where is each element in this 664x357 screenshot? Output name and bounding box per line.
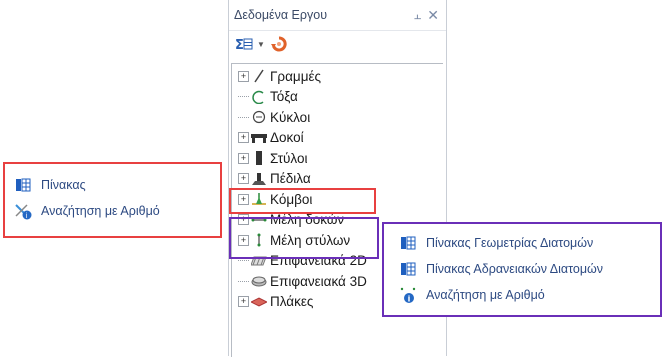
svg-text:Σ: Σ bbox=[235, 38, 244, 52]
tree-item-label: Δοκοί bbox=[270, 130, 304, 146]
tree-connector bbox=[238, 96, 249, 98]
dropdown-arrow-icon[interactable]: ▼ bbox=[257, 40, 265, 49]
menu-item-section-geometry-table[interactable]: Πίνακας Γεωμετρίας Διατομών bbox=[398, 230, 660, 256]
search-by-number-icon: i bbox=[13, 201, 33, 221]
panel-toolbar: Σ ▼ bbox=[229, 31, 446, 57]
svg-text:i: i bbox=[408, 295, 411, 304]
panel-header: Δεδομένα Εργου ⫠ ✕ bbox=[229, 0, 446, 31]
svg-text:i: i bbox=[26, 212, 28, 220]
expand-icon[interactable]: + bbox=[238, 173, 249, 185]
menu-item-search-by-number[interactable]: i Αναζήτηση με Αριθμό bbox=[13, 198, 220, 224]
tree-item-slabs[interactable]: + Πλάκες bbox=[238, 292, 367, 313]
nodes-context-menu: Πίνακας i Αναζήτηση με Αριθμό bbox=[3, 162, 222, 238]
tree-item-label: Τόξα bbox=[270, 89, 298, 105]
tree-item-label: Στύλοι bbox=[270, 150, 308, 166]
menu-item-search-by-number[interactable]: i Αναζήτηση με Αριθμό bbox=[398, 282, 660, 308]
expand-icon[interactable]: + bbox=[238, 152, 249, 164]
column-icon bbox=[251, 151, 267, 166]
tree-item-beams[interactable]: + Δοκοί bbox=[238, 128, 367, 149]
menu-item-label: Πίνακας Αδρανειακών Διατομών bbox=[426, 262, 604, 276]
table-icon bbox=[398, 259, 418, 279]
close-icon[interactable]: ✕ bbox=[427, 7, 439, 24]
panel-title: Δεδομένα Εργου bbox=[234, 8, 328, 22]
nodes-highlight-box bbox=[229, 188, 376, 214]
table-icon bbox=[13, 175, 33, 195]
tree-item-label: Γραμμές bbox=[270, 68, 322, 84]
line-icon bbox=[251, 69, 267, 83]
expand-icon[interactable]: + bbox=[238, 296, 249, 308]
tree-connector bbox=[238, 116, 249, 118]
footing-icon bbox=[251, 172, 267, 186]
expand-icon[interactable]: + bbox=[238, 70, 249, 82]
info-search-icon: i bbox=[398, 285, 418, 305]
menu-item-section-inertia-table[interactable]: Πίνακας Αδρανειακών Διατομών bbox=[398, 256, 660, 282]
tree-item-label: Κύκλοι bbox=[270, 109, 311, 125]
tree-item-surface-3d[interactable]: Επιφανειακά 3D bbox=[238, 271, 367, 292]
menu-item-table[interactable]: Πίνακας bbox=[13, 172, 220, 198]
tree-item-label: Επιφανειακά 3D bbox=[270, 273, 367, 289]
tree-item-lines[interactable]: + Γραμμές bbox=[238, 66, 367, 87]
refresh-icon[interactable] bbox=[270, 36, 287, 52]
tree-item-label: Πέδιλα bbox=[270, 171, 311, 187]
pin-icon[interactable]: ⫠ bbox=[414, 8, 421, 23]
slab-icon bbox=[251, 295, 267, 309]
circle-icon bbox=[251, 110, 267, 124]
tree-item-circles[interactable]: Κύκλοι bbox=[238, 107, 367, 128]
menu-item-label: Πίνακας bbox=[41, 178, 86, 192]
tree-item-columns[interactable]: + Στύλοι bbox=[238, 148, 367, 169]
surface-3d-icon bbox=[251, 274, 267, 288]
tree-connector bbox=[238, 280, 249, 282]
tree-item-footings[interactable]: + Πέδιλα bbox=[238, 169, 367, 190]
menu-item-label: Πίνακας Γεωμετρίας Διατομών bbox=[426, 236, 594, 250]
beam-icon bbox=[251, 131, 267, 145]
members-context-menu: Πίνακας Γεωμετρίας Διατομών Πίνακας Αδρα… bbox=[382, 222, 662, 317]
tree-item-arcs[interactable]: Τόξα bbox=[238, 87, 367, 108]
expand-icon[interactable]: + bbox=[238, 132, 249, 144]
tree-item-label: Πλάκες bbox=[270, 294, 314, 310]
arc-icon bbox=[251, 90, 267, 104]
table-icon bbox=[398, 233, 418, 253]
menu-item-label: Αναζήτηση με Αριθμό bbox=[41, 204, 160, 218]
members-highlight-box bbox=[229, 217, 379, 259]
sigma-grid-icon[interactable]: Σ bbox=[235, 36, 253, 52]
tree-connector bbox=[238, 260, 249, 262]
menu-item-label: Αναζήτηση με Αριθμό bbox=[426, 288, 545, 302]
